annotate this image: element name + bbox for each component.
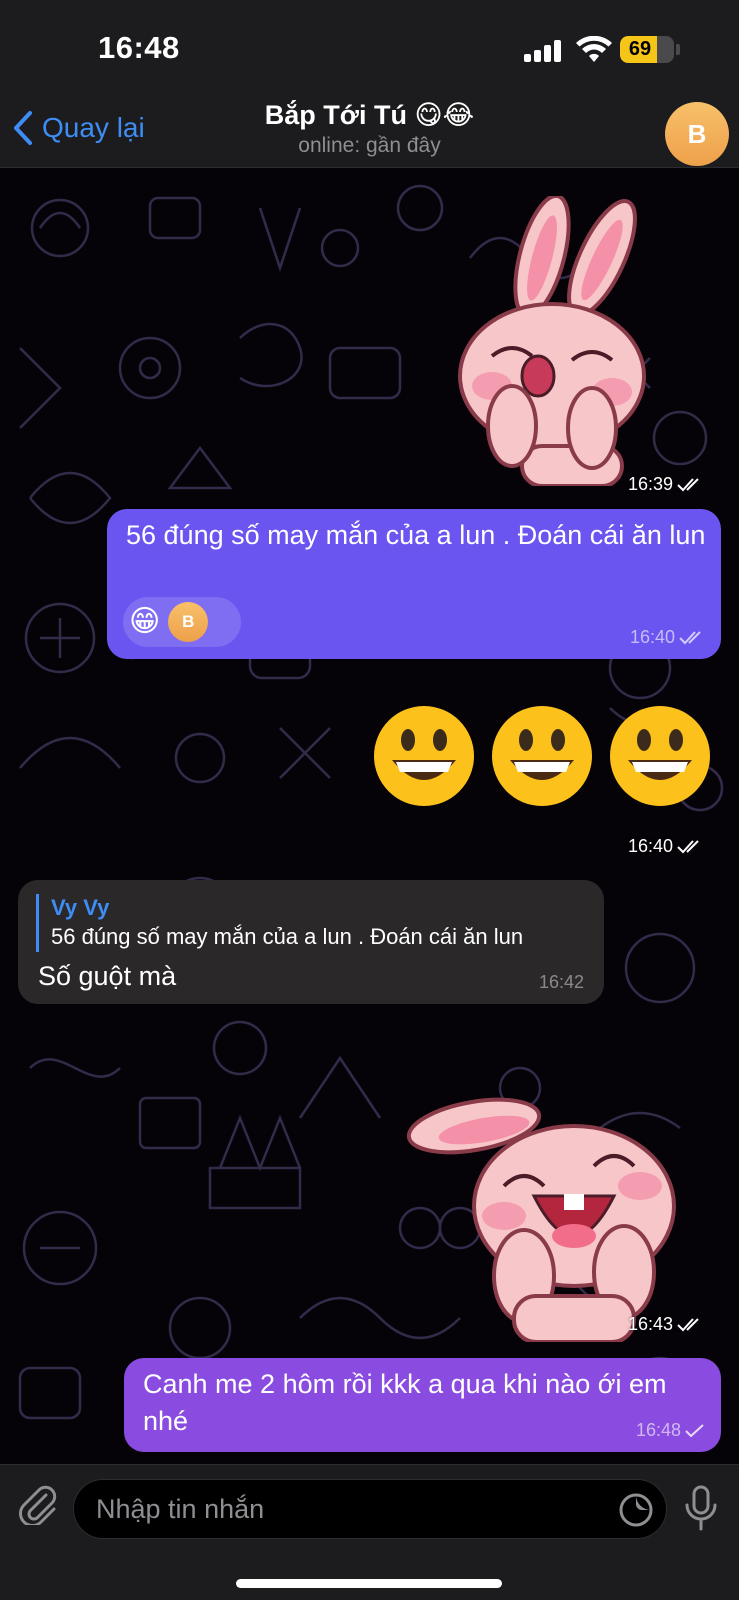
message-input-bar: Nhập tin nhắn — [0, 1464, 739, 1600]
microphone-icon[interactable] — [684, 1485, 718, 1531]
reaction-avatar: B — [168, 602, 209, 642]
reply-quote[interactable]: Vy Vy 56 đúng số may mắn của a lun . Đoá… — [36, 894, 523, 952]
message-timestamp: 16:48 — [636, 1420, 705, 1441]
emoji-timestamp: 16:40 — [628, 836, 703, 857]
paperclip-icon[interactable] — [16, 1483, 58, 1525]
battery-icon: 69 — [620, 36, 674, 63]
reply-quoted-text: 56 đúng số may mắn của a lun . Đoán cái … — [51, 924, 524, 949]
grinning-face-emoji[interactable] — [490, 704, 594, 808]
message-text: 56 đúng số may mắn của a lun . Đoán cái … — [126, 520, 706, 550]
message-reaction[interactable]: 😁 B — [123, 597, 241, 647]
message-time: 16:40 — [629, 627, 675, 647]
clock: 16:48 — [98, 30, 180, 65]
cellular-signal-icon — [524, 40, 562, 62]
status-bar: 16:48 69 — [0, 0, 739, 92]
chat-title[interactable]: Bắp Tới Tú 😋😂 — [200, 100, 539, 131]
incoming-message[interactable]: Vy Vy 56 đúng số may mắn của a lun . Đoá… — [18, 880, 604, 1004]
double-check-icon — [677, 839, 699, 853]
contact-avatar[interactable]: B — [665, 102, 729, 166]
outgoing-message[interactable]: 56 đúng số may mắn của a lun . Đoán cái … — [107, 509, 721, 659]
double-check-icon — [679, 630, 701, 644]
message-text: Số guột mà — [38, 961, 177, 991]
double-check-icon — [677, 477, 699, 491]
chat-header: Quay lại Bắp Tới Tú 😋😂 online: gần đây B — [0, 92, 739, 168]
wifi-icon — [576, 36, 612, 62]
message-timestamp: 16:40 — [630, 627, 705, 648]
sticker-timestamp: 16:43 — [628, 1314, 703, 1335]
battery-tip — [676, 44, 680, 55]
reply-author: Vy Vy — [51, 895, 110, 920]
sticker-icon[interactable] — [618, 1492, 654, 1528]
chevron-left-icon — [14, 111, 32, 145]
grinning-face-emoji[interactable] — [372, 704, 476, 808]
double-check-icon — [677, 1317, 699, 1331]
home-indicator — [236, 1579, 502, 1588]
sticker-timestamp: 16:39 — [628, 474, 703, 495]
chat-status: online: gần đây — [298, 134, 441, 157]
back-button[interactable]: Quay lại — [12, 108, 145, 148]
input-placeholder: Nhập tin nhắn — [96, 1494, 265, 1524]
message-timestamp: 16:42 — [539, 972, 584, 993]
grinning-face-emoji[interactable] — [608, 704, 712, 808]
emoji-time: 16:40 — [628, 836, 674, 856]
message-input[interactable]: Nhập tin nhắn — [73, 1479, 667, 1539]
message-time: 16:42 — [538, 972, 584, 992]
reaction-emoji: 😁 — [129, 605, 161, 638]
message-text: Canh me 2 hôm rồi kkk a qua khi nào ới e… — [143, 1369, 667, 1436]
single-check-icon — [685, 1423, 704, 1437]
back-label: Quay lại — [42, 112, 145, 143]
sticker-time: 16:39 — [628, 474, 674, 494]
outgoing-message-last[interactable]: Canh me 2 hôm rồi kkk a qua khi nào ới e… — [124, 1358, 721, 1452]
message-time: 16:48 — [635, 1420, 681, 1440]
bunny-sticker-laugh[interactable] — [404, 1086, 680, 1342]
battery-percent: 69 — [628, 38, 652, 60]
bunny-sticker-kiss[interactable] — [452, 196, 684, 486]
sticker-time: 16:43 — [628, 1314, 674, 1334]
